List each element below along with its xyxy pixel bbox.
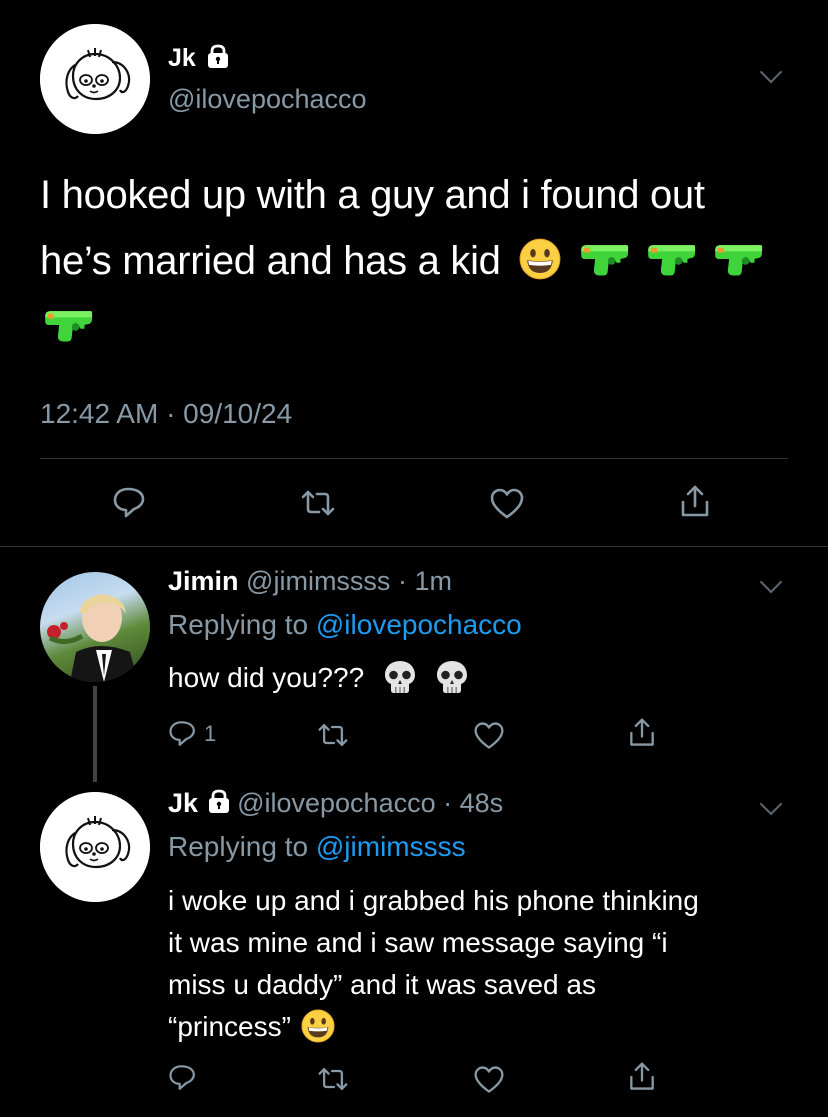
reply-time: · 1m: [397, 566, 452, 596]
water-pistol-emoji-icon: [714, 244, 764, 277]
reply-author-name[interactable]: Jk: [168, 788, 198, 818]
like-button[interactable]: [489, 486, 525, 522]
reply-author-handle[interactable]: @ilovepochacco: [237, 788, 436, 818]
reply-author-avatar[interactable]: [40, 792, 150, 902]
chevron-down-icon[interactable]: [759, 570, 783, 594]
reply-count: 1: [204, 721, 217, 746]
heart-icon: [490, 488, 524, 519]
reply-text-line: “princess”: [168, 1011, 291, 1042]
reply-header: Jk @ilovepochacco · 48s: [168, 788, 503, 819]
reply-text-content: how did you???: [168, 662, 365, 693]
reply-header: Jimin @jimimssss · 1m: [168, 566, 452, 597]
replying-to-line: Replying to @ilovepochacco: [168, 609, 522, 641]
reply-button[interactable]: [168, 1063, 198, 1093]
water-pistol-emoji-icon: [647, 244, 697, 277]
reply-icon: [169, 721, 195, 746]
jimin-avatar-image: [47, 594, 138, 682]
chevron-down-icon[interactable]: [759, 60, 783, 84]
reply-text: i woke up and i grabbed his phone thinki…: [168, 880, 798, 1048]
pochacco-avatar-image: [40, 24, 150, 134]
retweet-button[interactable]: [317, 720, 349, 750]
reply-text-line: it was mine and i saw message saying “i: [168, 927, 668, 958]
heart-icon: [474, 1066, 504, 1093]
heart-icon: [474, 722, 504, 749]
retweet-icon: [318, 724, 348, 746]
reply-icon: [169, 1065, 195, 1090]
replying-to-label: Replying to: [168, 831, 309, 862]
reply-author-avatar[interactable]: [40, 572, 150, 682]
reply-button[interactable]: 1: [168, 719, 216, 749]
reply-text-line: i woke up and i grabbed his phone thinki…: [168, 885, 699, 916]
author-avatar[interactable]: [40, 24, 150, 134]
share-button[interactable]: [677, 484, 713, 520]
tweet-text: I hooked up with a guy and i found out h…: [40, 162, 800, 360]
reply-text: how did you???: [168, 657, 470, 699]
skull-emoji-icon: [436, 660, 467, 693]
reply-text-line: miss u daddy” and it was saved as: [168, 969, 596, 1000]
lock-icon: [207, 789, 230, 815]
share-icon: [681, 485, 709, 517]
share-icon: [630, 1062, 654, 1090]
replying-to-line: Replying to @jimimssss: [168, 831, 466, 863]
author-handle[interactable]: @ilovepochacco: [168, 84, 367, 115]
thread-line: [93, 686, 97, 782]
pochacco-avatar-image: [40, 792, 150, 902]
share-icon: [630, 718, 654, 746]
author-name-text: Jk: [168, 44, 196, 72]
share-button[interactable]: [626, 1061, 658, 1093]
divider: [40, 458, 788, 459]
retweet-icon: [301, 490, 335, 516]
tweet-text-line2: he’s married and has a kid: [40, 228, 800, 294]
replying-to-handle-link[interactable]: @ilovepochacco: [316, 609, 522, 640]
author-name[interactable]: Jk: [168, 44, 229, 73]
lock-icon: [206, 44, 229, 69]
reply-author-handle[interactable]: @jimimssss: [246, 566, 390, 596]
grinning-face-emoji-icon: [520, 239, 561, 280]
skull-emoji-icon: [384, 660, 415, 693]
tweet-text-line1: I hooked up with a guy and i found out: [40, 173, 705, 217]
tweet-text-line2-text: he’s married and has a kid: [40, 239, 501, 283]
like-button[interactable]: [473, 720, 505, 752]
grinning-face-emoji-icon: [301, 1009, 335, 1043]
share-button[interactable]: [626, 717, 658, 749]
replying-to-handle-link[interactable]: @jimimssss: [316, 831, 466, 862]
retweet-button[interactable]: [300, 486, 336, 520]
reply-text-line-last: “princess”: [168, 1006, 798, 1048]
retweet-button[interactable]: [317, 1064, 349, 1094]
tweet-text-line3: [40, 294, 800, 360]
reply-icon: [113, 487, 145, 518]
like-button[interactable]: [473, 1064, 505, 1096]
reply-button[interactable]: [112, 485, 148, 521]
water-pistol-emoji-icon: [44, 310, 94, 343]
reply-author-name[interactable]: Jimin: [168, 566, 239, 596]
water-pistol-emoji-icon: [580, 244, 630, 277]
replying-to-label: Replying to: [168, 609, 309, 640]
retweet-icon: [318, 1068, 348, 1090]
tweet-timestamp[interactable]: 12:42 AM · 09/10/24: [40, 398, 292, 430]
chevron-down-icon[interactable]: [759, 792, 783, 816]
reply-time: · 48s: [443, 788, 504, 818]
divider: [0, 546, 828, 547]
